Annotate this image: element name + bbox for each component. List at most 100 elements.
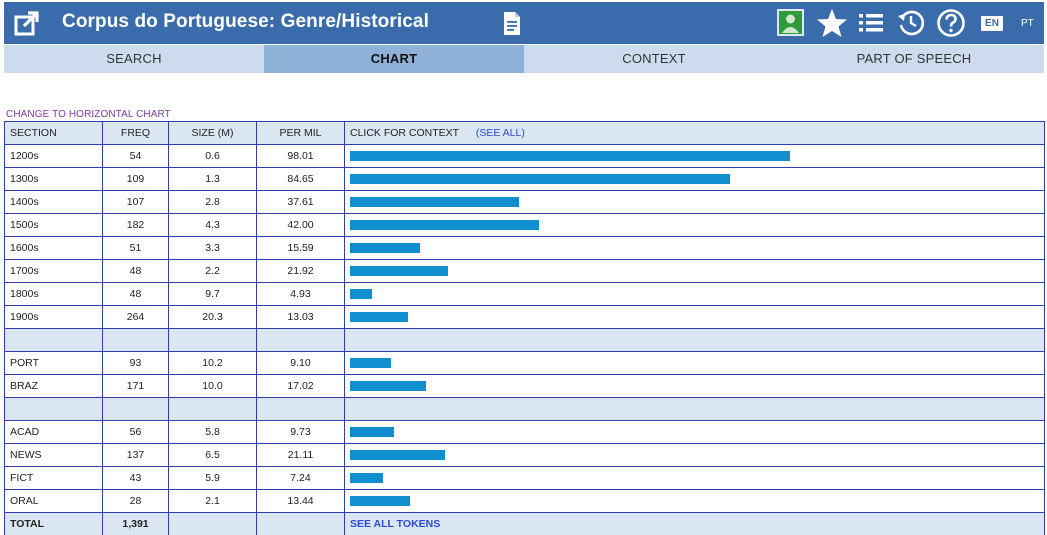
section-cell[interactable]: 1300s <box>4 167 103 191</box>
table-row: ORAL 28 2.1 13.44 <box>4 489 1045 513</box>
separator-row <box>4 397 1045 421</box>
change-to-horizontal-chart-link[interactable]: CHANGE TO HORIZONTAL CHART <box>6 109 171 120</box>
table-row: ACAD 56 5.8 9.73 <box>4 420 1045 444</box>
header-per-mil: PER MIL <box>256 121 345 145</box>
separator-cell <box>102 397 169 421</box>
section-cell[interactable]: NEWS <box>4 443 103 467</box>
total-per-mil-cell <box>256 512 345 535</box>
header-freq: FREQ <box>102 121 169 145</box>
section-cell[interactable]: 1400s <box>4 190 103 214</box>
per-mil-cell: 7.24 <box>256 466 345 490</box>
context-bar-cell <box>344 213 1045 237</box>
section-cell[interactable]: ORAL <box>4 489 103 513</box>
history-icon[interactable] <box>896 8 926 38</box>
section-cell[interactable]: PORT <box>4 351 103 375</box>
external-link-icon[interactable] <box>14 10 40 36</box>
frequency-bar[interactable] <box>350 289 372 299</box>
frequency-bar[interactable] <box>350 266 448 276</box>
section-cell[interactable]: BRAZ <box>4 374 103 398</box>
section-cell[interactable]: FICT <box>4 466 103 490</box>
app-title: Corpus do Portuguese: Genre/Historical <box>62 11 429 32</box>
section-cell[interactable]: 1500s <box>4 213 103 237</box>
context-bar-cell <box>344 259 1045 283</box>
table-header-row: SECTION FREQ SIZE (M) PER MIL CLICK FOR … <box>4 121 1045 145</box>
section-cell[interactable]: 1200s <box>4 144 103 168</box>
section-cell[interactable]: 1900s <box>4 305 103 329</box>
tab-context[interactable]: CONTEXT <box>524 45 784 73</box>
context-bar-cell <box>344 282 1045 306</box>
per-mil-cell: 21.11 <box>256 443 345 467</box>
frequency-bar[interactable] <box>350 312 408 322</box>
table-row: PORT 93 10.2 9.10 <box>4 351 1045 375</box>
document-icon[interactable] <box>502 11 522 36</box>
per-mil-cell: 15.59 <box>256 236 345 260</box>
size-cell: 1.3 <box>168 167 257 191</box>
user-icon[interactable] <box>777 9 804 36</box>
size-cell: 6.5 <box>168 443 257 467</box>
total-context-cell: SEE ALL TOKENS <box>344 512 1045 535</box>
frequency-bar[interactable] <box>350 151 790 161</box>
section-cell[interactable]: 1600s <box>4 236 103 260</box>
frequency-bar[interactable] <box>350 381 426 391</box>
total-label: TOTAL <box>4 512 103 535</box>
table-row: FICT 43 5.9 7.24 <box>4 466 1045 490</box>
context-bar-cell <box>344 351 1045 375</box>
frequency-table: SECTION FREQ SIZE (M) PER MIL CLICK FOR … <box>4 121 1045 535</box>
list-icon[interactable] <box>858 11 884 35</box>
size-cell: 2.8 <box>168 190 257 214</box>
header-size: SIZE (M) <box>168 121 257 145</box>
freq-cell: 28 <box>102 489 169 513</box>
frequency-bar[interactable] <box>350 243 420 253</box>
lang-pt-button[interactable]: PT <box>1021 16 1034 31</box>
table-row: 1900s 264 20.3 13.03 <box>4 305 1045 329</box>
table-row: 1600s 51 3.3 15.59 <box>4 236 1045 260</box>
freq-cell: 48 <box>102 282 169 306</box>
table-row: 1200s 54 0.6 98.01 <box>4 144 1045 168</box>
frequency-bar[interactable] <box>350 197 519 207</box>
frequency-bar[interactable] <box>350 427 394 437</box>
table-row: BRAZ 171 10.0 17.02 <box>4 374 1045 398</box>
per-mil-cell: 13.44 <box>256 489 345 513</box>
table-row: 1800s 48 9.7 4.93 <box>4 282 1045 306</box>
frequency-bar[interactable] <box>350 450 445 460</box>
freq-cell: 48 <box>102 259 169 283</box>
freq-cell: 107 <box>102 190 169 214</box>
per-mil-cell: 84.65 <box>256 167 345 191</box>
section-cell[interactable]: 1700s <box>4 259 103 283</box>
star-icon[interactable] <box>816 7 848 39</box>
freq-cell: 171 <box>102 374 169 398</box>
size-cell: 0.6 <box>168 144 257 168</box>
frequency-bar[interactable] <box>350 358 391 368</box>
freq-cell: 43 <box>102 466 169 490</box>
tab-search[interactable]: SEARCH <box>4 45 264 73</box>
per-mil-cell: 9.10 <box>256 351 345 375</box>
header-context: CLICK FOR CONTEXT (SEE ALL) <box>344 121 1045 145</box>
context-bar-cell <box>344 167 1045 191</box>
separator-cell <box>256 328 345 352</box>
see-all-link[interactable]: (SEE ALL) <box>476 127 525 139</box>
per-mil-cell: 13.03 <box>256 305 345 329</box>
context-bar-cell <box>344 443 1045 467</box>
table-row: 1400s 107 2.8 37.61 <box>4 190 1045 214</box>
separator-row <box>4 328 1045 352</box>
separator-cell <box>344 397 1045 421</box>
context-bar-cell <box>344 489 1045 513</box>
help-icon[interactable] <box>936 8 966 38</box>
tab-chart[interactable]: CHART <box>264 45 524 73</box>
separator-cell <box>4 328 103 352</box>
lang-en-button[interactable]: EN <box>981 16 1003 31</box>
table-row: NEWS 137 6.5 21.11 <box>4 443 1045 467</box>
freq-cell: 56 <box>102 420 169 444</box>
tab-part-of-speech[interactable]: PART OF SPEECH <box>784 45 1044 73</box>
section-cell[interactable]: ACAD <box>4 420 103 444</box>
freq-cell: 109 <box>102 167 169 191</box>
context-bar-cell <box>344 374 1045 398</box>
per-mil-cell: 37.61 <box>256 190 345 214</box>
frequency-bar[interactable] <box>350 496 410 506</box>
frequency-bar[interactable] <box>350 473 383 483</box>
see-all-tokens-link[interactable]: SEE ALL TOKENS <box>350 518 440 530</box>
section-cell[interactable]: 1800s <box>4 282 103 306</box>
frequency-bar[interactable] <box>350 174 730 184</box>
freq-cell: 54 <box>102 144 169 168</box>
frequency-bar[interactable] <box>350 220 539 230</box>
